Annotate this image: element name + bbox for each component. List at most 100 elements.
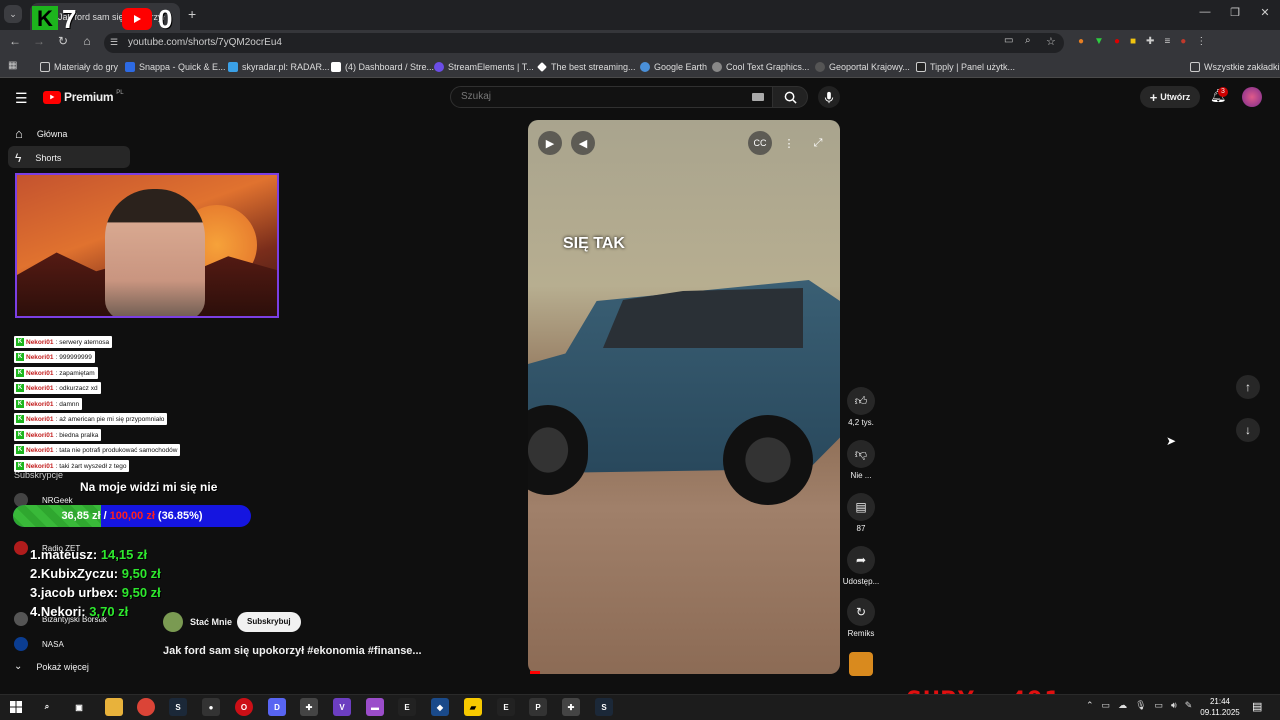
zoom-icon[interactable]: ⌕ [1025,35,1031,46]
hamburger-menu-icon[interactable]: ☰ [15,90,28,107]
cast-icon[interactable]: ▭ [1004,35,1013,46]
file-explorer-icon[interactable] [105,698,123,716]
microphone-icon[interactable]: 🎙︎ [1135,700,1146,711]
app-icon[interactable]: ◆ [431,698,449,716]
extensions-puzzle-icon[interactable]: ✚ [1146,36,1154,47]
visual-studio-icon[interactable]: V [333,698,351,716]
notification-center-icon[interactable]: ▤ [1252,700,1262,713]
bookmark-8[interactable]: Geoportal Krajowy... [815,58,910,76]
network-icon[interactable]: ▭ [1155,700,1164,711]
search-icon[interactable]: ⌕ [38,698,56,716]
chevron-up-icon[interactable]: ⌃ [1086,700,1094,711]
share-button[interactable]: ➦ Udostęp... [843,546,879,586]
reload-button[interactable]: ↻ [54,34,72,48]
volume-icon[interactable]: 🔊︎ [1171,700,1177,711]
bookmark-5[interactable]: The best streaming... [537,58,636,76]
bookmark-4[interactable]: StreamElements | T... [434,58,534,76]
opera-icon[interactable]: O [235,698,253,716]
apps-icon[interactable]: ▦ [8,60,17,71]
app-icon[interactable]: ▬ [366,698,384,716]
remix-icon: ↻ [847,598,875,626]
steam-icon[interactable]: S [595,698,613,716]
address-bar[interactable]: youtube.com/shorts/7yQM2ocrEu4 [104,33,1064,53]
system-tray[interactable]: ⌃ ▭ ☁ 🎙︎ ▭ 🔊︎ ✎ [1086,700,1192,711]
new-tab-button[interactable]: + [188,6,196,22]
sidebar-sub-3[interactable]: NASA [14,637,64,651]
captions-button[interactable]: CC [748,131,772,155]
app-icon[interactable]: P [529,698,547,716]
steam-icon[interactable]: S [169,698,187,716]
volume-button[interactable]: ◀ [571,131,595,155]
like-button[interactable]: 👍︎ 4,2 tys. [846,387,876,427]
gamepad-icon[interactable]: ✚ [562,698,580,716]
previous-short-button[interactable]: ↑ [1236,375,1260,399]
clock[interactable]: 21:44 09.11.2025 [1198,696,1242,718]
restore-button[interactable]: ❐ [1220,6,1250,19]
dislike-button[interactable]: 👎︎ Nie ... [846,440,876,480]
epic-games-icon[interactable]: E [398,698,416,716]
back-button[interactable]: ← [6,34,24,48]
extension-red-icon[interactable]: ● [1114,36,1120,47]
sticky-notes-icon[interactable]: ▰ [464,698,482,716]
discord-icon[interactable]: D [268,698,286,716]
profile-avatar-icon[interactable]: ● [1180,36,1186,47]
comments-button[interactable]: ▤ 87 [846,493,876,533]
bookmark-star-icon[interactable]: ☆ [1046,35,1056,48]
bookmark-0[interactable]: Materiały do gry [40,58,118,76]
forward-button[interactable]: → [30,34,48,48]
pen-icon[interactable]: ✎ [1185,700,1193,711]
short-title[interactable]: Jak ford sam się upokorzył #ekonomia #fi… [163,645,422,657]
truck-wheel-front [723,415,813,505]
bookmark-6[interactable]: Google Earth [640,58,707,76]
create-button[interactable]: + Utwórz [1140,86,1200,108]
tray-app-icon[interactable]: ▭ [1102,700,1111,711]
remix-button[interactable]: ↻ Remiks [846,598,876,638]
keyboard-icon[interactable] [752,93,764,101]
search-input[interactable]: Szukaj [450,86,774,108]
sidebar-show-more[interactable]: ⌄ Pokaż więcej [14,661,89,672]
channel-name[interactable]: Stać Mnie [190,617,232,627]
close-window-button[interactable]: ✕ [1250,6,1280,19]
onedrive-icon[interactable]: ☁ [1118,700,1127,711]
site-info-icon[interactable]: ☰ [110,37,118,48]
chrome-icon[interactable] [137,698,155,716]
home-icon: ⌂ [15,126,23,141]
short-video-player[interactable] [528,120,840,674]
bookmark-3[interactable]: (4) Dashboard / Stre... [331,58,434,76]
fullscreen-button[interactable]: ⤢ [806,131,830,155]
browser-menu-icon[interactable]: ⋮ [1196,36,1206,47]
gamepad-icon[interactable]: ✚ [300,698,318,716]
bookmark-1[interactable]: Snappa - Quick & E... [125,58,226,76]
geoportal-icon [815,62,825,72]
next-short-button[interactable]: ↓ [1236,418,1260,442]
extension-download-icon[interactable]: ▼ [1094,36,1104,47]
bookmark-7[interactable]: Cool Text Graphics... [712,58,809,76]
channel-avatar[interactable] [163,612,183,632]
sound-thumbnail[interactable] [849,652,873,676]
extension-yellow-icon[interactable]: ■ [1130,36,1136,47]
task-view-icon[interactable]: ▣ [70,698,88,716]
bookmark-2[interactable]: skyradar.pl: RADAR... [228,58,330,76]
sidebar-item-home[interactable]: ⌂ Główna [15,126,67,141]
search-button[interactable] [772,86,808,108]
bookmark-9[interactable]: Tipply | Panel użytk... [916,58,1015,76]
chat-message: K Nekori01: tata nie potrafi produkować sa… [14,444,181,456]
subscribe-button[interactable]: Subskrybuj [237,612,301,632]
video-progress-bar[interactable] [530,671,540,674]
play-button[interactable]: ▶ [538,131,562,155]
home-button[interactable]: ⌂ [78,34,96,48]
voice-search-button[interactable] [818,86,840,108]
reading-list-icon[interactable]: ≡ [1164,36,1170,47]
tab-search-button[interactable]: ⌄ [4,5,22,23]
extension-orange-icon[interactable]: ● [1078,36,1084,47]
more-options-button[interactable]: ⋮ [777,131,801,155]
epic-games-icon[interactable]: E [497,698,515,716]
windows-start-icon[interactable] [7,698,25,716]
extension-icons[interactable]: ● ▼ ● ■ ✚ ≡ ● ⋮ [1078,36,1206,47]
youtube-logo[interactable]: Premium PL [43,90,124,104]
all-bookmarks[interactable]: Wszystkie zakładki [1190,58,1280,76]
obs-icon[interactable]: ● [202,698,220,716]
minimize-button[interactable]: — [1190,6,1220,18]
account-avatar[interactable] [1242,87,1262,107]
sidebar-item-shorts-content[interactable]: ϟ Shorts [15,151,61,165]
